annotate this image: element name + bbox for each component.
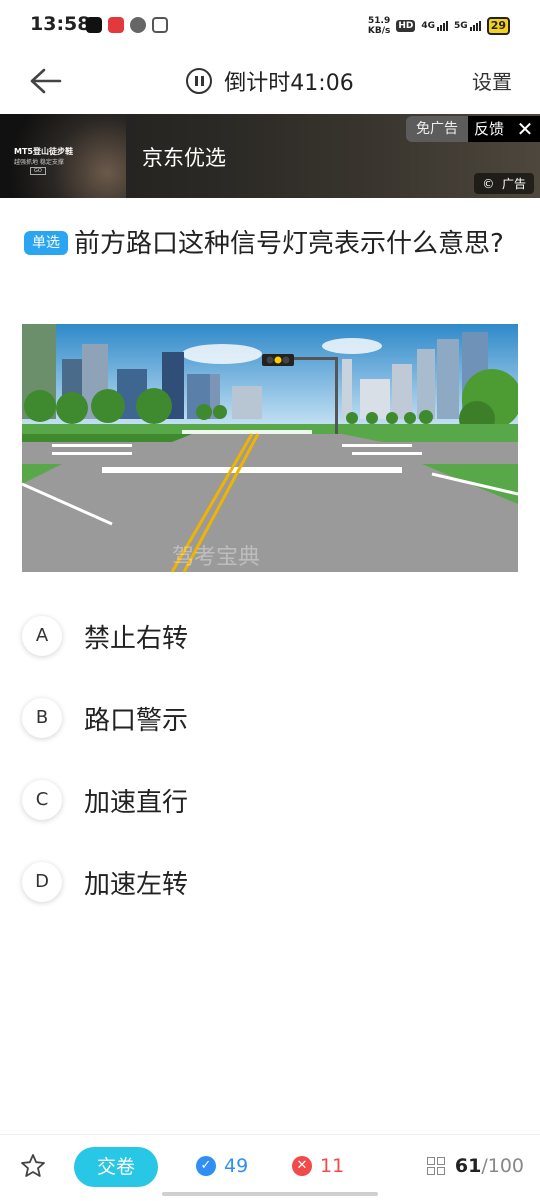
wechat-icon bbox=[130, 17, 146, 33]
net-speed: 51.9 KB/s bbox=[368, 16, 390, 36]
check-icon: ✓ bbox=[196, 1156, 216, 1176]
battery-icon: 29 bbox=[486, 17, 510, 35]
grid-icon bbox=[426, 1157, 445, 1175]
app-header: 倒计时41:06 设置 bbox=[0, 52, 540, 114]
hd-voice-icon: HD bbox=[396, 20, 416, 32]
close-icon[interactable]: ✕ bbox=[510, 116, 540, 142]
image-watermark: 驾考宝典 bbox=[172, 545, 260, 570]
ad-thumb-subtitle: 越强抓地 稳定支撑 bbox=[14, 159, 64, 166]
option-b-text: 路口警示 bbox=[84, 706, 189, 736]
gesture-handle[interactable] bbox=[162, 1192, 378, 1196]
question-image: 驾考宝典 bbox=[22, 324, 518, 572]
ad-tag: © 广告 bbox=[474, 173, 534, 194]
status-bar: 13:58 51.9 KB/s HD 4G 5G 29 bbox=[0, 0, 540, 52]
net-speed-unit: KB/s bbox=[367, 26, 391, 36]
option-c[interactable]: C 加速直行 bbox=[22, 778, 502, 826]
option-a-text: 禁止右转 bbox=[84, 624, 189, 654]
signal-5g-label: 5G bbox=[454, 21, 468, 31]
bottom-toolbar: 交卷 ✓ 49 ✕ 11 61/100 bbox=[0, 1134, 540, 1201]
option-a-letter: A bbox=[22, 616, 62, 656]
wrong-count-value: 11 bbox=[320, 1155, 345, 1177]
signal-4g-label: 4G bbox=[421, 21, 436, 31]
remove-ads-button[interactable]: 免广告 bbox=[405, 116, 468, 142]
net-speed-value: 51.9 bbox=[368, 16, 391, 26]
ad-thumb-button: GO bbox=[30, 167, 46, 175]
exam-title: 倒计时41:06 bbox=[0, 64, 540, 98]
tiktok-app-icon bbox=[86, 17, 102, 33]
ad-feedback-button[interactable]: 反馈 bbox=[467, 116, 510, 142]
option-c-text: 加速直行 bbox=[84, 788, 189, 818]
question-text-block: 单选 前方路口这种信号灯亮表示什么意思? bbox=[24, 222, 520, 266]
pause-icon[interactable] bbox=[186, 68, 213, 94]
ad-controls: 免广告 反馈 ✕ bbox=[405, 116, 540, 142]
ad-source-icon: © bbox=[482, 177, 495, 191]
status-indicators: 51.9 KB/s HD 4G 5G 29 bbox=[368, 14, 510, 38]
correct-count-value: 49 bbox=[224, 1155, 249, 1177]
signal-4g-icon: 4G bbox=[421, 21, 449, 31]
ad-thumb-title: MT5登山徒步鞋 bbox=[14, 147, 73, 156]
status-time: 13:58 bbox=[30, 13, 91, 35]
countdown-timer: 倒计时41:06 bbox=[224, 71, 354, 96]
signal-5g-icon: 5G bbox=[454, 21, 481, 31]
correct-count: ✓ 49 bbox=[196, 1155, 248, 1177]
current-question-number: 61 bbox=[454, 1155, 482, 1177]
option-b-letter: B bbox=[22, 698, 62, 738]
notification-icon bbox=[152, 17, 168, 33]
wrong-count: ✕ 11 bbox=[292, 1155, 344, 1177]
option-a[interactable]: A 禁止右转 bbox=[22, 614, 502, 662]
ad-name: 京东优选 bbox=[142, 146, 226, 170]
option-d-text: 加速左转 bbox=[84, 870, 189, 900]
question-text: 前方路口这种信号灯亮表示什么意思? bbox=[74, 229, 504, 259]
settings-button[interactable]: 设置 bbox=[472, 66, 512, 95]
submit-exam-button[interactable]: 交卷 bbox=[74, 1147, 158, 1187]
cross-icon: ✕ bbox=[292, 1156, 312, 1176]
ad-tag-label: 广告 bbox=[501, 177, 526, 191]
ad-thumbnail: MT5登山徒步鞋 越强抓地 稳定支撑 GO bbox=[0, 114, 126, 198]
ad-banner[interactable]: MT5登山徒步鞋 越强抓地 稳定支撑 GO 京东优选 免广告 反馈 ✕ © 广告 bbox=[0, 114, 540, 198]
question-progress-button[interactable]: 61/100 bbox=[426, 1155, 524, 1177]
option-c-letter: C bbox=[22, 780, 62, 820]
option-d[interactable]: D 加速左转 bbox=[22, 860, 502, 908]
question-type-badge: 单选 bbox=[24, 231, 68, 255]
favorite-star-icon[interactable] bbox=[20, 1153, 46, 1179]
shopping-app-icon bbox=[108, 17, 124, 33]
option-d-letter: D bbox=[22, 862, 62, 902]
option-b[interactable]: B 路口警示 bbox=[22, 696, 502, 744]
total-questions: /100 bbox=[481, 1155, 524, 1177]
